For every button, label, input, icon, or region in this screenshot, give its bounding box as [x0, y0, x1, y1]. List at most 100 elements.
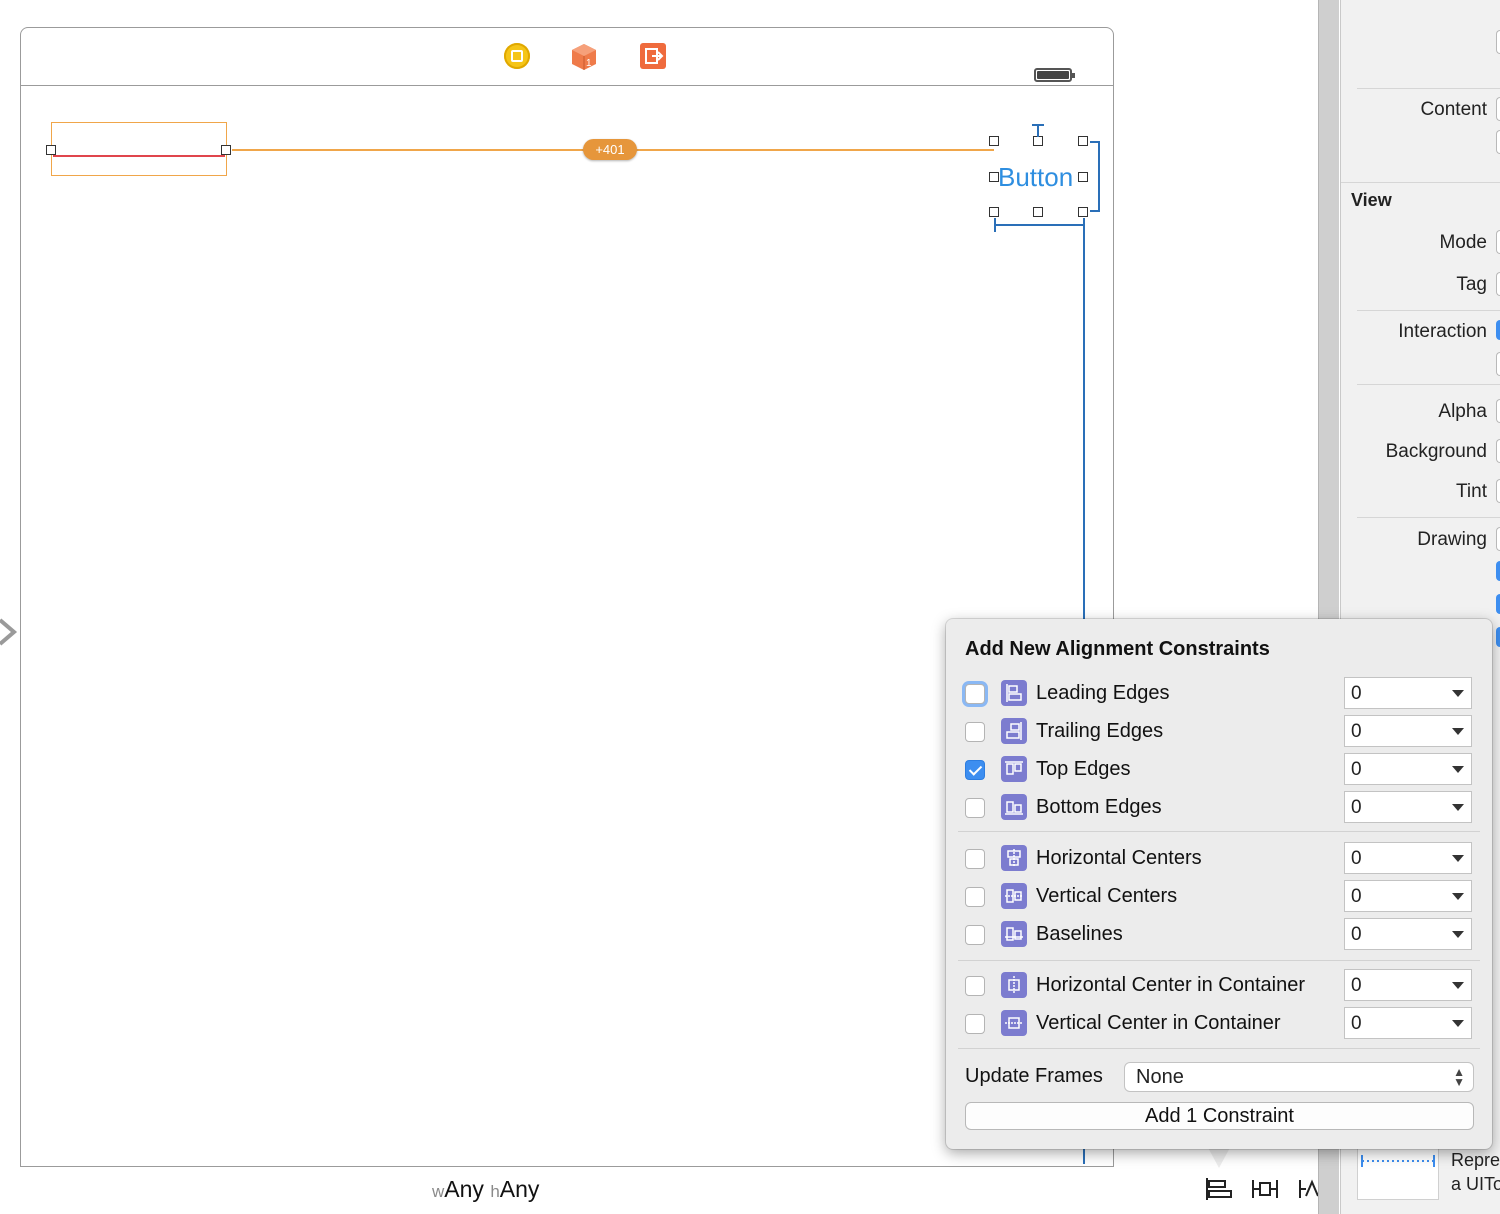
background-label: Background: [1385, 441, 1487, 462]
library-item-thumbnail[interactable]: [1357, 1146, 1439, 1200]
dropdown-arrow-icon[interactable]: [1452, 931, 1464, 938]
constraint-checkbox[interactable]: [965, 760, 985, 780]
constraint-label: Horizontal Centers: [1036, 847, 1202, 869]
constraint-constant-combo[interactable]: 0: [1344, 715, 1472, 747]
constraint-checkbox[interactable]: [965, 849, 985, 869]
library-item-description: Repre: [1451, 1150, 1500, 1170]
update-frames-select[interactable]: None ▲ ▼: [1124, 1062, 1474, 1092]
constraint-checkbox[interactable]: [965, 722, 985, 742]
resize-handle[interactable]: [1078, 172, 1088, 182]
resize-handle[interactable]: [989, 172, 999, 182]
resize-handle[interactable]: [1078, 136, 1088, 146]
dropdown-arrow-icon[interactable]: [1452, 728, 1464, 735]
constraint-constant-combo[interactable]: 0: [1344, 842, 1472, 874]
add-constraint-button[interactable]: Add 1 Constraint: [965, 1102, 1474, 1130]
constraint-label: Top Edges: [1036, 758, 1131, 780]
scene-dock: 1: [21, 28, 1113, 86]
resize-handle[interactable]: [46, 145, 56, 155]
dropdown-arrow-icon[interactable]: [1452, 893, 1464, 900]
drawing-checkbox[interactable]: [1496, 627, 1500, 647]
constraint-row: Vertical Center in Container 0: [946, 1007, 1492, 1041]
first-responder-icon[interactable]: 1: [570, 43, 596, 70]
align-icon[interactable]: [1203, 1174, 1233, 1204]
misplaced-frame-line: [53, 155, 225, 157]
dropdown-arrow-icon[interactable]: [1452, 804, 1464, 811]
constraint-constant-value: 0: [1351, 975, 1362, 996]
constraint-label: Bottom Edges: [1036, 796, 1162, 818]
alpha-field[interactable]: [1496, 399, 1500, 423]
constraint-constant-combo[interactable]: 0: [1344, 880, 1472, 912]
battery-icon: [1034, 68, 1075, 82]
constraint-constant-combo[interactable]: 0: [1344, 969, 1472, 1001]
divider: [1357, 88, 1500, 89]
button-view[interactable]: Button: [998, 161, 1073, 193]
resize-handle[interactable]: [989, 207, 999, 217]
drawing-label: Drawing: [1417, 529, 1487, 550]
constraint-offset-badge[interactable]: +401: [583, 139, 637, 160]
constraint-label: Baselines: [1036, 923, 1123, 945]
select-arrows-icon: ▲ ▼: [1453, 1065, 1465, 1089]
vertical-centers-icon: [1001, 883, 1027, 909]
constraint-constant-combo[interactable]: 0: [1344, 753, 1472, 785]
tint-color-well[interactable]: [1496, 479, 1500, 503]
constraint-constant-combo[interactable]: 0: [1344, 791, 1472, 823]
width-class: Any: [444, 1176, 484, 1202]
top-guide-line: [1037, 125, 1039, 137]
resize-handle[interactable]: [1078, 207, 1088, 217]
constraint-row: Leading Edges 0: [946, 677, 1492, 711]
resize-handle[interactable]: [1033, 136, 1043, 146]
constraint-constant-value: 0: [1351, 797, 1362, 818]
tag-field[interactable]: [1496, 272, 1500, 296]
dropdown-arrow-icon[interactable]: [1452, 690, 1464, 697]
tint-label: Tint: [1456, 481, 1487, 502]
popover-title: Add New Alignment Constraints: [965, 638, 1270, 660]
update-frames-value: None: [1136, 1066, 1184, 1088]
constraint-checkbox[interactable]: [965, 684, 985, 704]
width-guide-line: [994, 224, 1084, 226]
divider: [1341, 182, 1500, 183]
drawing-checkbox[interactable]: [1496, 594, 1500, 614]
dropdown-arrow-icon[interactable]: [1452, 1020, 1464, 1027]
dropdown-arrow-icon[interactable]: [1452, 766, 1464, 773]
dropdown-arrow-icon[interactable]: [1452, 855, 1464, 862]
constraint-row: Top Edges 0: [946, 753, 1492, 787]
drawing-checkbox[interactable]: [1496, 527, 1500, 551]
constraint-checkbox[interactable]: [965, 798, 985, 818]
initial-scene-arrow-icon: [0, 618, 18, 646]
height-prefix: h: [490, 1182, 500, 1201]
alignment-constraints-popover: Add New Alignment Constraints Leading Ed…: [946, 619, 1492, 1149]
background-color-well[interactable]: [1496, 439, 1500, 463]
drawing-checkbox[interactable]: [1496, 561, 1500, 581]
constraint-constant-combo[interactable]: 0: [1344, 918, 1472, 950]
constraint-constant-combo[interactable]: 0: [1344, 677, 1472, 709]
resize-handle[interactable]: [989, 136, 999, 146]
constraint-checkbox[interactable]: [965, 887, 985, 907]
constraint-checkbox[interactable]: [965, 976, 985, 996]
view-controller-icon[interactable]: [504, 43, 530, 69]
content-control[interactable]: [1496, 97, 1500, 121]
user-interaction-checkbox[interactable]: [1496, 320, 1500, 340]
pin-icon[interactable]: [1250, 1174, 1280, 1204]
horizontal-center-container-icon: [1001, 972, 1027, 998]
resize-handle[interactable]: [1033, 207, 1043, 217]
divider: [1357, 310, 1500, 311]
constraint-constant-value: 0: [1351, 1013, 1362, 1034]
size-class-control[interactable]: wAny hAny: [432, 1176, 539, 1203]
inspector-field[interactable]: [1496, 30, 1500, 54]
mode-select[interactable]: [1496, 230, 1500, 254]
constraint-constant-value: 0: [1351, 759, 1362, 780]
resize-handle[interactable]: [221, 145, 231, 155]
dropdown-arrow-icon[interactable]: [1452, 982, 1464, 989]
baselines-icon: [1001, 921, 1027, 947]
constraint-checkbox[interactable]: [965, 925, 985, 945]
multiple-touch-checkbox[interactable]: [1496, 352, 1500, 376]
constraint-checkbox[interactable]: [965, 1014, 985, 1034]
height-class: Any: [499, 1176, 540, 1202]
constraint-constant-combo[interactable]: 0: [1344, 1007, 1472, 1039]
exit-icon[interactable]: [640, 43, 666, 69]
library-item-description: a UITo: [1451, 1174, 1500, 1194]
text-field[interactable]: [51, 122, 227, 176]
constraint-label: Trailing Edges: [1036, 720, 1164, 742]
content-control[interactable]: [1496, 130, 1500, 154]
view-section-header: View: [1351, 190, 1392, 210]
